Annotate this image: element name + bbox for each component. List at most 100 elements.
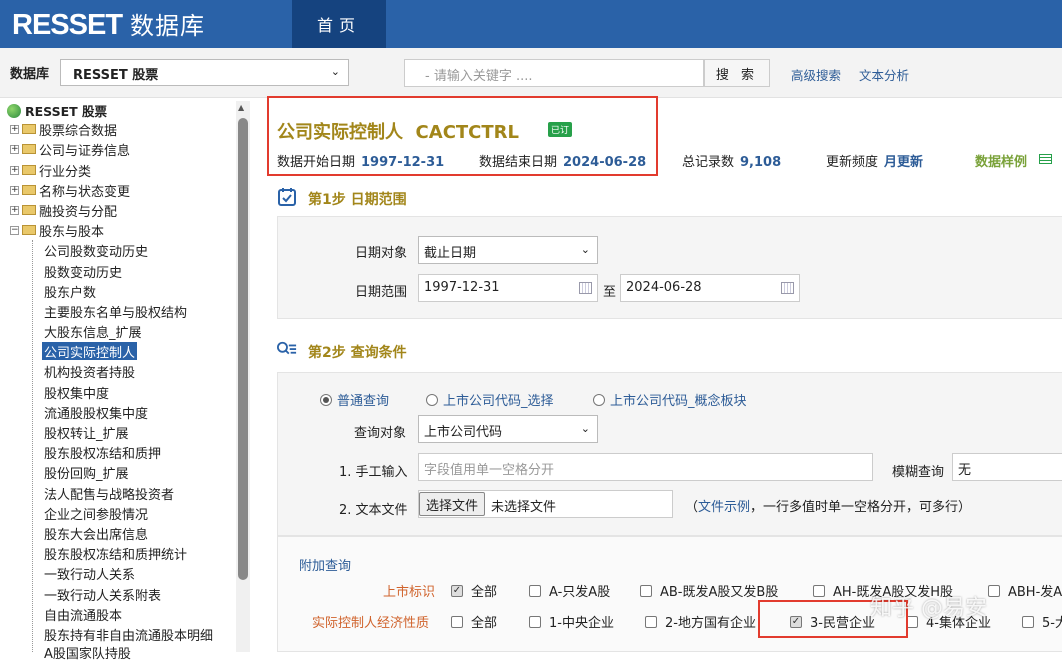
file-hint-text: ，一行多值时单一空格分开，可多行） — [750, 500, 972, 515]
checkbox-label: AB-既发A股又发B股 — [660, 585, 779, 600]
tree-root-label: RESSET 股票 — [25, 104, 108, 119]
expand-icon[interactable]: + — [10, 185, 19, 195]
collapse-icon[interactable]: − — [10, 225, 19, 235]
date-object-select[interactable]: 截止日期 ⌄ — [418, 236, 598, 264]
radio-dot[interactable] — [320, 393, 332, 406]
tree-leaf[interactable]: 股数变动历史 — [44, 262, 122, 281]
controller-nature-option[interactable]: 全部 — [451, 612, 497, 631]
scroll-up-arrow-icon[interactable]: ▲ — [238, 103, 244, 112]
controller-nature-label: 实际控制人经济性质 — [312, 616, 430, 631]
search-button[interactable]: 搜 索 — [704, 59, 770, 87]
tree-folder[interactable]: + 融投资与分配 — [10, 201, 117, 220]
manual-input-field[interactable]: 字段值用单一空格分开 — [418, 453, 873, 481]
search-input[interactable]: - 请输入关键字 .... — [404, 59, 704, 87]
record-count-label: 总记录数 — [682, 155, 735, 170]
file-status: 未选择文件 — [491, 500, 557, 515]
radio-dot[interactable] — [426, 393, 438, 406]
tree-folder[interactable]: + 股票综合数据 — [10, 120, 117, 139]
tree-guide-line — [32, 240, 33, 652]
radio-company-code-concept[interactable]: 上市公司代码_概念板块 — [593, 390, 747, 409]
date-object-label: 日期对象 — [355, 246, 408, 261]
controller-nature-option[interactable]: 2-地方国有企业 — [645, 612, 756, 631]
calendar-icon — [278, 188, 296, 206]
tree-leaf[interactable]: 流通股股权集中度 — [44, 403, 148, 422]
logo[interactable]: RESSET 数据库 — [12, 6, 205, 41]
start-date-value: 1997-12-31 — [361, 155, 445, 170]
expand-icon[interactable]: + — [10, 124, 19, 134]
checkbox-label: A-只发A股 — [549, 585, 611, 600]
tree-leaf[interactable]: 股东大会出席信息 — [44, 524, 148, 543]
date-range-panel — [277, 216, 1062, 319]
choose-file-button[interactable]: 选择文件 — [419, 492, 486, 516]
folder-open-icon — [22, 225, 36, 235]
table-icon[interactable] — [1039, 154, 1052, 164]
calendar-picker-icon[interactable] — [579, 282, 592, 294]
text-analysis-link[interactable]: 文本分析 — [859, 65, 909, 84]
sidebar-scroll-thumb[interactable] — [238, 118, 248, 580]
advanced-search-link[interactable]: 高级搜索 — [791, 65, 841, 84]
tree-leaf[interactable]: 企业之间参股情况 — [44, 504, 148, 523]
checkbox[interactable] — [529, 584, 541, 597]
radio-company-code-select[interactable]: 上市公司代码_选择 — [426, 390, 554, 409]
checkbox-label: 全部 — [471, 585, 498, 600]
tree-leaf-selected[interactable]: 公司实际控制人 — [42, 342, 138, 361]
tree-leaf[interactable]: 自由流通股本 — [44, 605, 122, 624]
listing-option[interactable]: A-只发A股 — [529, 581, 610, 600]
database-select-value: RESSET 股票 — [73, 68, 159, 83]
expand-icon[interactable]: + — [10, 144, 19, 154]
tree-folder[interactable]: + 公司与证券信息 — [10, 140, 131, 159]
tree-leaf[interactable]: 主要股东名单与股权结构 — [44, 302, 187, 321]
date-to-value: 2024-06-28 — [626, 280, 702, 295]
checkbox[interactable] — [988, 584, 1000, 597]
tree-leaf[interactable]: 一致行动人关系附表 — [44, 585, 161, 604]
checkbox[interactable] — [1022, 615, 1034, 628]
listing-option[interactable]: ABH-发A — [988, 581, 1062, 600]
checkbox[interactable] — [645, 615, 657, 628]
tree-leaf[interactable]: 大股东信息_扩展 — [44, 322, 142, 341]
tree-leaf[interactable]: 股东持有非自由流通股本明细 — [44, 625, 213, 644]
tree-leaf[interactable]: 一致行动人关系 — [44, 564, 135, 583]
checkbox[interactable] — [451, 615, 463, 628]
controller-nature-option[interactable]: 1-中央企业 — [529, 612, 614, 631]
tree-leaf[interactable]: 股份回购_扩展 — [44, 463, 129, 482]
text-file-label: 2. 文本文件 — [339, 503, 408, 518]
checkbox[interactable] — [529, 615, 541, 628]
expand-icon[interactable]: + — [10, 205, 19, 215]
database-select[interactable]: RESSET 股票 ⌄ — [60, 59, 349, 86]
tree-leaf[interactable]: A股国家队持股 — [44, 643, 131, 662]
radio-dot[interactable] — [593, 393, 605, 406]
tree-leaf[interactable]: 股权转让_扩展 — [44, 423, 129, 442]
date-from-input[interactable]: 1997-12-31 — [418, 274, 598, 302]
query-object-label: 查询对象 — [354, 426, 407, 441]
checkbox-label: 全部 — [471, 616, 498, 631]
listing-option[interactable]: AB-既发A股又发B股 — [640, 581, 778, 600]
tree-leaf[interactable]: 公司股数变动历史 — [44, 241, 148, 260]
query-object-select[interactable]: 上市公司代码 ⌄ — [418, 415, 598, 443]
checkbox[interactable] — [813, 584, 825, 597]
tree-folder-label: 公司与证券信息 — [39, 143, 131, 159]
fuzzy-query-select[interactable]: 无 — [952, 453, 1062, 481]
tree-leaf[interactable]: 机构投资者持股 — [44, 362, 135, 381]
checkbox[interactable] — [640, 584, 652, 597]
tree-leaf[interactable]: 股东户数 — [44, 282, 96, 301]
expand-icon[interactable]: + — [10, 165, 19, 175]
tree-leaf[interactable]: 股东股权冻结和质押统计 — [44, 544, 187, 563]
radio-normal-query[interactable]: 普通查询 — [320, 390, 389, 409]
calendar-picker-icon[interactable] — [781, 282, 794, 294]
tree-folder[interactable]: + 名称与状态变更 — [10, 181, 130, 200]
controller-nature-option[interactable]: 5-大 — [1022, 612, 1062, 631]
tree-leaf[interactable]: 股权集中度 — [44, 383, 109, 402]
tree-folder[interactable]: + 行业分类 — [10, 161, 91, 180]
date-range-label: 日期范围 — [355, 285, 408, 300]
tree-leaf[interactable]: 股东股权冻结和质押 — [44, 443, 161, 462]
date-to-input[interactable]: 2024-06-28 — [620, 274, 800, 302]
data-sample-link[interactable]: 数据样例 — [975, 151, 1027, 170]
tree-root[interactable]: RESSET 股票 — [7, 101, 107, 120]
checkbox[interactable]: ✓ — [451, 584, 463, 597]
tree-leaf[interactable]: 法人配售与战略投资者 — [44, 484, 174, 503]
file-example-link[interactable]: 文件示例 — [698, 500, 750, 515]
chevron-down-icon: ⌄ — [580, 422, 590, 435]
tab-home[interactable]: 首页 — [292, 0, 386, 48]
listing-option[interactable]: ✓ 全部 — [451, 581, 497, 600]
tree-folder-open[interactable]: − 股东与股本 — [10, 221, 104, 240]
